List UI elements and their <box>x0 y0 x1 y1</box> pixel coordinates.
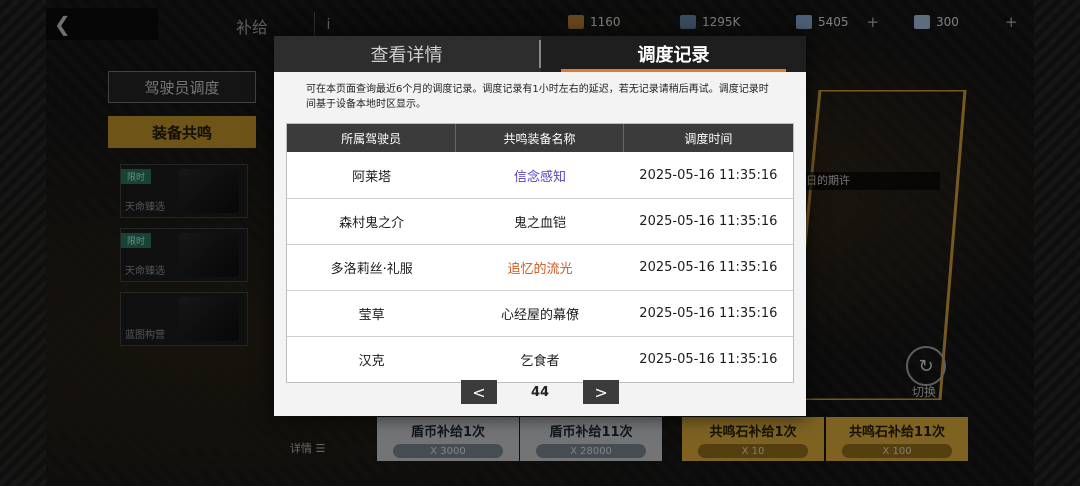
time-cell: 2025-05-16 11:35:16 <box>639 167 778 183</box>
equipment-cell: 鬼之血铠 <box>513 216 566 231</box>
column-header-time: 调度时间 <box>684 131 733 146</box>
table-header: 所属驾驶员 共鸣装备名称 调度时间 <box>287 124 793 152</box>
equipment-cell: 心经屋的幕僚 <box>500 308 579 323</box>
pagination: < 44 > <box>274 380 806 404</box>
column-header-equipment: 共鸣装备名称 <box>456 124 624 152</box>
pilot-cell: 汉克 <box>358 354 385 369</box>
pilot-cell: 莹草 <box>358 308 385 323</box>
dialog-tabs: 查看详情 调度记录 <box>274 36 806 72</box>
pilot-cell: 森村鬼之介 <box>339 216 405 231</box>
equipment-cell: 信念感知 <box>513 169 566 185</box>
time-cell: 2025-05-16 11:35:16 <box>639 352 778 367</box>
table-row: 汉克 乞食者 2025-05-16 11:35:16 <box>287 336 793 382</box>
records-notice: 可在本页面查询最近6个月的调度记录。调度记录有1小时左右的延迟，若无记录请稍后再… <box>306 84 769 110</box>
time-cell: 2025-05-16 11:35:16 <box>639 306 778 321</box>
table-body: 阿莱塔 信念感知 2025-05-16 11:35:16 森村鬼之介 鬼之血铠 … <box>287 152 793 382</box>
equipment-cell: 追忆的流光 <box>507 262 573 277</box>
next-page-button[interactable]: > <box>583 380 620 404</box>
time-cell: 2025-05-16 11:35:16 <box>639 260 778 275</box>
pilot-cell: 多洛莉丝·礼服 <box>330 262 413 277</box>
tab-dispatch-records[interactable]: 调度记录 <box>541 36 806 72</box>
prev-page-button[interactable]: < <box>460 380 497 404</box>
table-row: 阿莱塔 信念感知 2025-05-16 11:35:16 <box>287 152 793 198</box>
page-number: 44 <box>530 384 550 400</box>
table-row: 森村鬼之介 鬼之血铠 2025-05-16 11:35:16 <box>287 198 793 244</box>
time-cell: 2025-05-16 11:35:16 <box>639 214 778 229</box>
chevron-left-icon: < <box>472 382 486 402</box>
records-table: 所属驾驶员 共鸣装备名称 调度时间 阿莱塔 信念感知 2025-05-16 11… <box>286 123 794 383</box>
table-row: 多洛莉丝·礼服 追忆的流光 2025-05-16 11:35:16 <box>287 244 793 290</box>
tab-view-details[interactable]: 查看详情 <box>274 36 539 72</box>
dispatch-record-dialog: 查看详情 调度记录 可在本页面查询最近6个月的调度记录。调度记录有1小时左右的延… <box>274 36 806 416</box>
equipment-cell: 乞食者 <box>520 354 560 369</box>
pilot-cell: 阿莱塔 <box>352 169 392 185</box>
chevron-right-icon: > <box>594 382 608 402</box>
column-header-pilot: 所属驾驶员 <box>287 124 457 152</box>
table-row: 莹草 心经屋的幕僚 2025-05-16 11:35:16 <box>287 290 793 336</box>
